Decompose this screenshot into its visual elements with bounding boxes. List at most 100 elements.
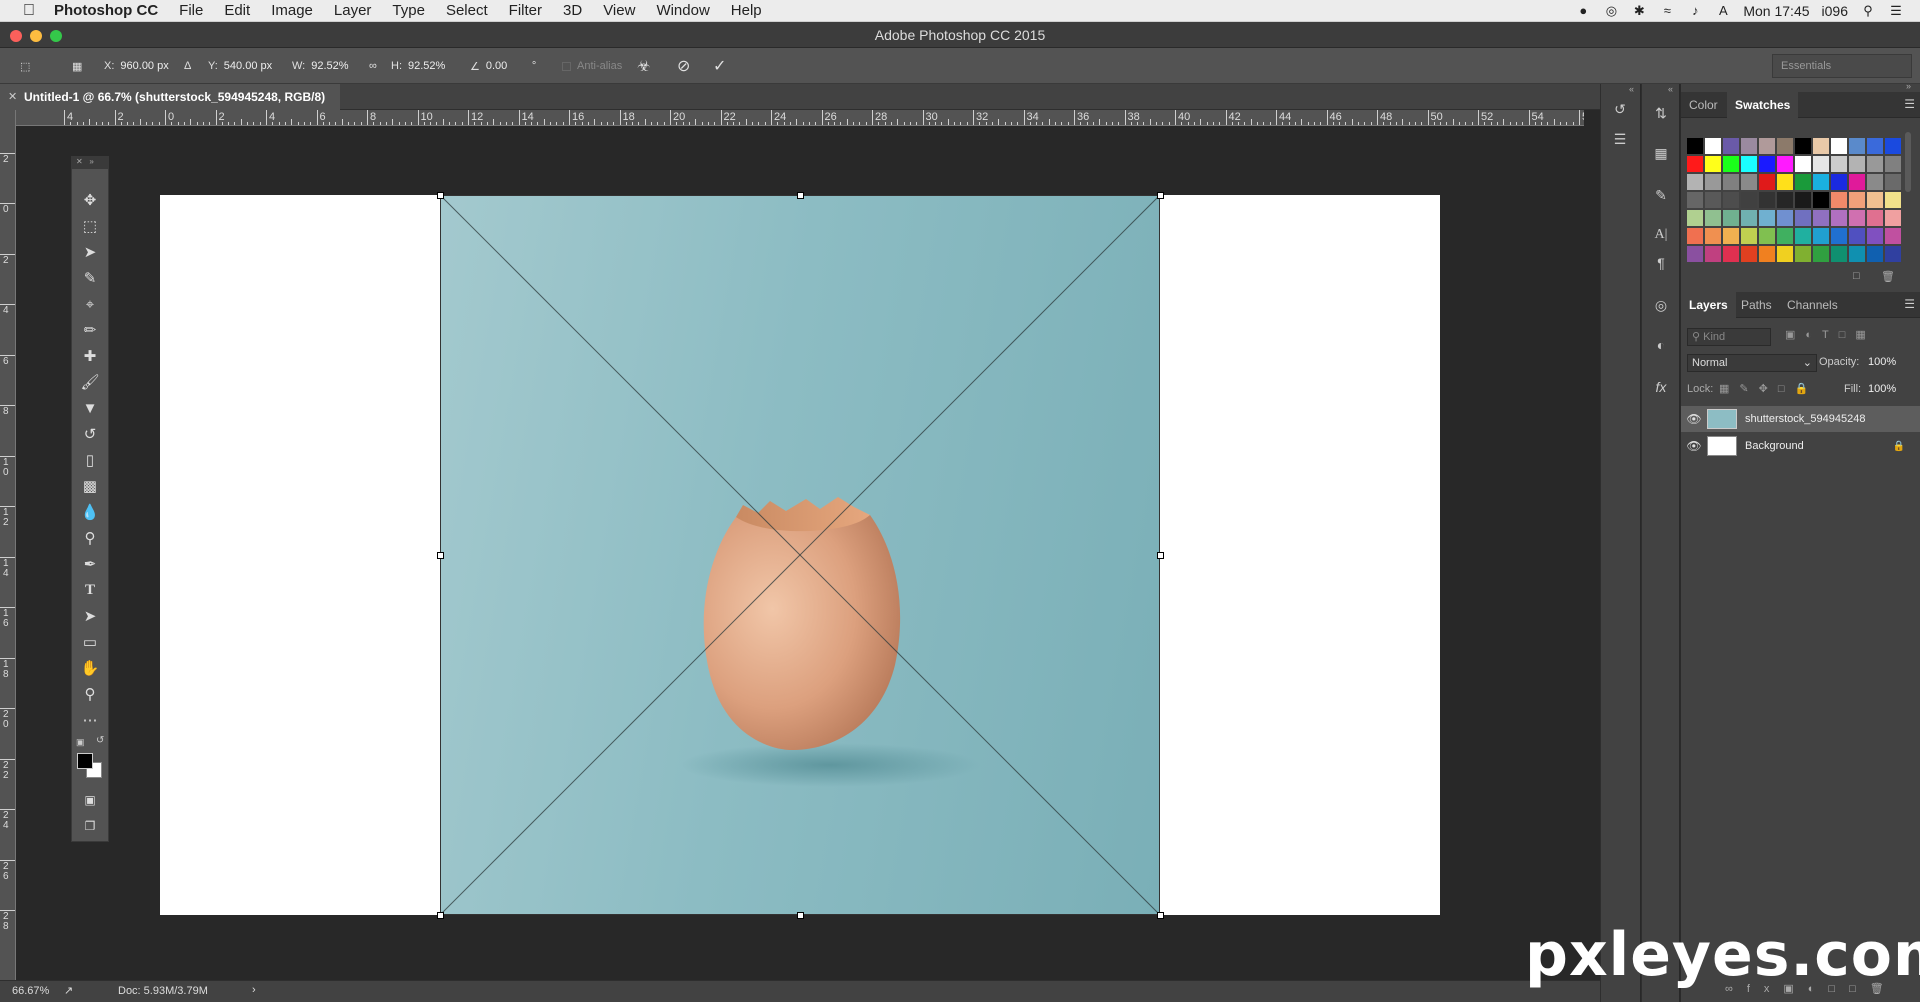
color-swatch[interactable] xyxy=(1867,246,1883,262)
opacity-value[interactable]: 100% xyxy=(1868,356,1896,368)
color-swatch[interactable] xyxy=(1687,138,1703,154)
menu-3d[interactable]: 3D xyxy=(563,2,582,19)
lock-icons[interactable]: ▦✎✥□🔒 xyxy=(1719,382,1818,395)
color-swatch[interactable] xyxy=(1813,246,1829,262)
menu-layer[interactable]: Layer xyxy=(334,2,372,19)
color-swatch[interactable] xyxy=(1705,174,1721,190)
color-swatch[interactable] xyxy=(1723,138,1739,154)
vertical-ruler[interactable]: 2 0 2 4 6 8 10 12 14 16 18 20 22 24 26 28 xyxy=(0,110,16,980)
menu-type[interactable]: Type xyxy=(392,2,425,19)
properties-panel-icon[interactable]: ☰ xyxy=(1609,128,1631,150)
transform-handle-bottom-left[interactable] xyxy=(437,912,444,919)
color-swatch[interactable] xyxy=(1867,210,1883,226)
screen-mode-icon[interactable]: ❐ xyxy=(72,813,108,839)
menu-view[interactable]: View xyxy=(603,2,635,19)
antialias-checkbox[interactable]: Anti-alias xyxy=(562,54,622,78)
blur-tool-icon[interactable]: 💧 xyxy=(72,499,108,525)
warp-mode-button[interactable]: ☣ xyxy=(637,54,650,78)
layer-row[interactable]: 👁 shutterstock_594945248 xyxy=(1681,406,1920,432)
color-swatch[interactable] xyxy=(1813,192,1829,208)
color-swatch[interactable] xyxy=(1777,210,1793,226)
color-swatch[interactable] xyxy=(1795,138,1811,154)
color-swatch[interactable] xyxy=(1705,138,1721,154)
brush-tool-icon[interactable]: 🖌 xyxy=(72,369,108,395)
pen-tool-icon[interactable]: ✒ xyxy=(72,551,108,577)
input-source-icon[interactable]: A xyxy=(1715,3,1731,18)
tab-color[interactable]: Color xyxy=(1681,92,1726,118)
fill-value[interactable]: 100% xyxy=(1868,383,1896,395)
share-icon[interactable]: ↗ xyxy=(64,984,73,997)
dodge-tool-icon[interactable]: ⚲ xyxy=(72,525,108,551)
notification-center-icon[interactable]: ☰ xyxy=(1888,3,1904,18)
collapse-dock-icon[interactable]: « xyxy=(1629,84,1634,94)
reference-point-toggle[interactable]: ▦ xyxy=(72,54,82,78)
color-swatch[interactable] xyxy=(1705,192,1721,208)
color-swatch[interactable] xyxy=(1867,192,1883,208)
color-swatch[interactable] xyxy=(1759,192,1775,208)
user-name[interactable]: i096 xyxy=(1822,3,1848,19)
color-swatch[interactable] xyxy=(1759,138,1775,154)
rectangle-tool-icon[interactable]: ▭ xyxy=(72,629,108,655)
commit-transform-button[interactable]: ✓ xyxy=(713,54,726,78)
color-swatch[interactable] xyxy=(1849,138,1865,154)
transform-handle-top-left[interactable] xyxy=(437,192,444,199)
color-swatch[interactable] xyxy=(1795,210,1811,226)
link-aspect-toggle[interactable]: ∞ xyxy=(369,54,377,78)
color-swatch[interactable] xyxy=(1687,228,1703,244)
default-colors-icon[interactable]: ▣ xyxy=(76,737,85,748)
marquee-tool-icon[interactable]: ⬚ xyxy=(72,213,108,239)
more-tools-icon[interactable]: ⋯ xyxy=(72,707,108,733)
menu-help[interactable]: Help xyxy=(731,2,762,19)
w-value[interactable]: 92.52% xyxy=(311,60,348,72)
adjustments-panel-icon[interactable]: ⇅ xyxy=(1650,102,1672,124)
color-swatch[interactable] xyxy=(1759,246,1775,262)
tab-paths[interactable]: Paths xyxy=(1733,292,1780,318)
eraser-tool-icon[interactable]: ▯ xyxy=(72,447,108,473)
color-swatch[interactable] xyxy=(1759,156,1775,172)
delete-swatch-icon[interactable]: 🗑 xyxy=(1881,270,1895,283)
foreground-color-swatch[interactable] xyxy=(77,753,93,769)
transform-handle-bottom[interactable] xyxy=(797,912,804,919)
zoom-tool-icon[interactable]: ⚲ xyxy=(72,681,108,707)
color-swatch[interactable] xyxy=(1885,174,1901,190)
skype-icon[interactable]: ● xyxy=(1575,3,1591,18)
color-swatch[interactable] xyxy=(1885,210,1901,226)
menu-select[interactable]: Select xyxy=(446,2,488,19)
tab-layers[interactable]: Layers xyxy=(1681,292,1736,318)
color-swatch[interactable] xyxy=(1759,228,1775,244)
color-swatch[interactable] xyxy=(1813,228,1829,244)
menu-window[interactable]: Window xyxy=(656,2,709,19)
visibility-eye-icon[interactable]: 👁 xyxy=(1681,439,1707,453)
status-menu-chevron-icon[interactable]: › xyxy=(252,984,256,996)
stamp-tool-icon[interactable]: ▼ xyxy=(72,395,108,421)
color-swatch[interactable] xyxy=(1867,138,1883,154)
color-swatch[interactable] xyxy=(1723,174,1739,190)
color-swatch[interactable] xyxy=(1813,174,1829,190)
color-swatch[interactable] xyxy=(1705,246,1721,262)
path-select-tool-icon[interactable]: ➤ xyxy=(72,603,108,629)
color-swatch[interactable] xyxy=(1741,138,1757,154)
color-swatch[interactable] xyxy=(1759,174,1775,190)
color-swatch[interactable] xyxy=(1867,228,1883,244)
color-swatch[interactable] xyxy=(1723,156,1739,172)
color-swatch[interactable] xyxy=(1723,192,1739,208)
transform-handle-top-right[interactable] xyxy=(1157,192,1164,199)
color-swatch[interactable] xyxy=(1849,192,1865,208)
color-swatch[interactable] xyxy=(1885,246,1901,262)
color-swatch[interactable] xyxy=(1687,246,1703,262)
color-swatch[interactable] xyxy=(1849,156,1865,172)
eyedropper-tool-icon[interactable]: ✏ xyxy=(72,317,108,343)
creative-cloud-panel-icon[interactable]: ◎ xyxy=(1650,294,1672,316)
cancel-transform-button[interactable]: ⊘ xyxy=(677,54,690,78)
color-swatch[interactable] xyxy=(1705,228,1721,244)
color-swatch[interactable] xyxy=(1795,156,1811,172)
rotation-field[interactable]: ∠ 0.00 ° xyxy=(470,54,536,78)
color-swatch[interactable] xyxy=(1741,210,1757,226)
color-swatch[interactable] xyxy=(1705,210,1721,226)
h-value[interactable]: 92.52% xyxy=(408,60,445,72)
color-swatch[interactable] xyxy=(1777,228,1793,244)
layer-name[interactable]: shutterstock_594945248 xyxy=(1745,413,1865,425)
visibility-eye-icon[interactable]: 👁 xyxy=(1681,412,1707,426)
color-swatch[interactable] xyxy=(1795,246,1811,262)
color-swatch[interactable] xyxy=(1831,138,1847,154)
